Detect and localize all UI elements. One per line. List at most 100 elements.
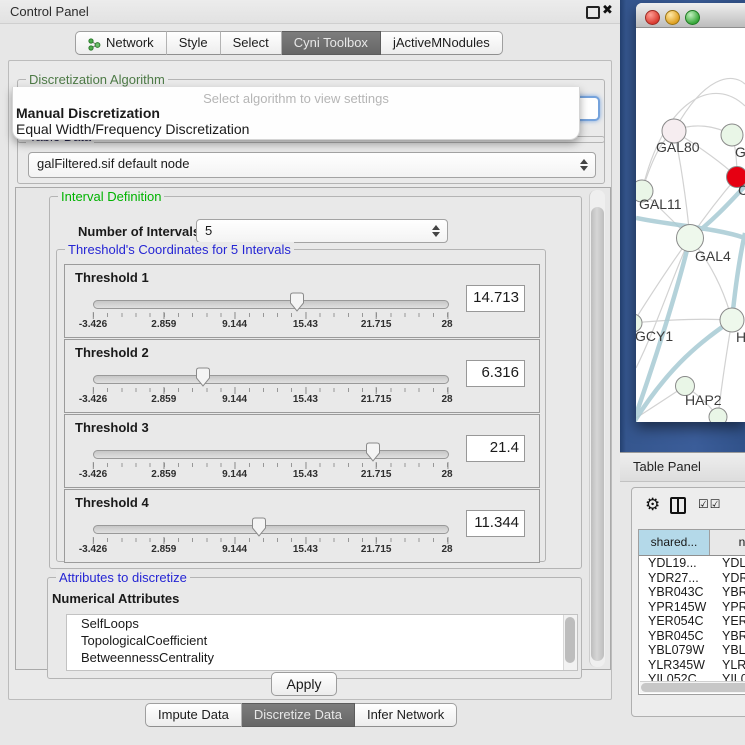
threshold-2-panel: Threshold 2 -3.4262.8599.14415.4321.7152… [64, 339, 540, 413]
checkbox-icons[interactable]: ☑☑ [698, 497, 722, 511]
node-label: HAP2 [685, 392, 722, 408]
menu-item-equal-width-frequency[interactable]: Equal Width/Frequency Discretization [16, 121, 249, 137]
tab-style[interactable]: Style [167, 31, 221, 55]
algorithm-dropdown-hint: Select algorithm to view settings [13, 91, 579, 106]
apply-button[interactable]: Apply [271, 672, 337, 696]
cyni-toolbox-panel: Discretization Algorithm Table Data galF… [8, 60, 612, 700]
threshold-4-panel: Threshold 4 -3.4262.8599.14415.4321.7152… [64, 489, 540, 563]
interval-definition-group: Interval Definition Number of Intervals … [49, 196, 582, 569]
threshold-3-slider[interactable] [93, 450, 449, 459]
stepper-icon [579, 159, 588, 171]
tab-select[interactable]: Select [221, 31, 282, 55]
algorithm-dropdown-popup: Select algorithm to view settings Manual… [12, 87, 580, 140]
threshold-3-value-field[interactable]: 21.4 [466, 435, 525, 462]
slider-ticks [93, 538, 448, 542]
node-label: GAL4 [695, 248, 731, 264]
control-panel-titlebar: Control Panel ✖ [0, 0, 620, 24]
slider-scale-labels: -3.4262.8599.14415.4321.71528 [93, 469, 447, 481]
table-row[interactable]: YPR145WYPR1 [639, 600, 745, 615]
table-data-combobox[interactable]: galFiltered.sif default node [28, 152, 596, 178]
tab-infer-network[interactable]: Infer Network [355, 703, 457, 727]
cyni-mode-tab-bar: Impute Data Discretize Data Infer Networ… [145, 703, 457, 727]
column-header-name[interactable]: na [710, 530, 745, 555]
threshold-2-slider[interactable] [93, 375, 449, 384]
node-top-right[interactable] [721, 124, 743, 146]
tab-impute-data[interactable]: Impute Data [145, 703, 242, 727]
network-view-window: GAL80 GA GAL11 C GAL4 GCY1 H HAP2 [636, 3, 745, 422]
node-bottom[interactable] [709, 408, 727, 422]
slider-scale-labels: -3.4262.8599.14415.4321.71528 [93, 319, 447, 331]
table-row[interactable]: YER054CYER0 [639, 614, 745, 629]
network-canvas[interactable]: GAL80 GA GAL11 C GAL4 GCY1 H HAP2 [636, 28, 745, 422]
threshold-4-label: Threshold 4 [75, 495, 149, 510]
table-panel-card: ⚙ ☑☑ shared... na YDL19...YDL1 YDR27...Y… [631, 487, 745, 717]
menu-item-manual-discretization[interactable]: Manual Discretization [16, 105, 160, 121]
table-data-group: Table Data galFiltered.sif default node [17, 136, 605, 184]
threshold-1-label: Threshold 1 [75, 270, 149, 285]
table-panel-titlebar: Table Panel [620, 452, 745, 482]
threshold-4-value-field[interactable]: 11.344 [466, 510, 525, 537]
node-label: GAL11 [639, 196, 682, 212]
close-icon[interactable]: ✖ [602, 3, 613, 18]
list-item[interactable]: TopologicalCoefficient [67, 632, 577, 649]
node-label: H [736, 329, 745, 345]
slider-ticks [93, 463, 448, 467]
float-window-icon[interactable] [586, 6, 600, 19]
threshold-4-thumb[interactable] [250, 517, 268, 539]
threshold-2-value-field[interactable]: 6.316 [466, 360, 525, 387]
network-window-titlebar[interactable] [636, 3, 745, 28]
slider-ticks [93, 388, 448, 392]
interval-definition-title: Interval Definition [58, 189, 164, 204]
split-columns-icon[interactable] [670, 497, 686, 514]
threshold-coordinates-title: Threshold's Coordinates for 5 Intervals [65, 242, 294, 257]
numerical-attributes-list[interactable]: SelfLoops TopologicalCoefficient Between… [66, 614, 578, 671]
threshold-coordinates-group: Threshold's Coordinates for 5 Intervals … [56, 249, 546, 562]
network-icon [88, 36, 101, 49]
close-traffic-light-icon[interactable] [645, 10, 660, 25]
list-item[interactable]: SelfLoops [67, 615, 577, 632]
threshold-2-thumb[interactable] [194, 367, 212, 389]
table-horizontal-scrollbar[interactable] [640, 681, 745, 693]
node-attribute-table[interactable]: shared... na YDL19...YDL1 YDR27...YDR2 Y… [638, 529, 745, 695]
tab-network[interactable]: Network [75, 31, 167, 55]
gear-icon[interactable]: ⚙ [645, 495, 660, 515]
slider-scale-labels: -3.4262.8599.14415.4321.71528 [93, 544, 447, 556]
settings-scroll-area: Interval Definition Number of Intervals … [15, 187, 611, 670]
table-row[interactable]: YBL079WYBL0 [639, 643, 745, 658]
tab-network-label: Network [106, 35, 154, 50]
table-row[interactable]: YDR27...YDR2 [639, 571, 745, 586]
threshold-3-panel: Threshold 3 -3.4262.8599.14415.4321.7152… [64, 414, 540, 488]
table-data-combobox-value: galFiltered.sif default node [37, 156, 189, 171]
table-panel-title: Table Panel [633, 459, 701, 474]
list-scrollbar[interactable] [563, 615, 577, 670]
table-header-row: shared... na [639, 530, 745, 556]
number-of-intervals-label: Number of Intervals [78, 224, 200, 239]
threshold-1-slider[interactable] [93, 300, 449, 309]
threshold-4-slider[interactable] [93, 525, 449, 534]
node-label: GCY1 [636, 328, 673, 344]
threshold-1-value-field[interactable]: 14.713 [466, 285, 525, 312]
tab-cyni-toolbox[interactable]: Cyni Toolbox [282, 31, 381, 55]
table-row[interactable]: YBR043CYBR0 [639, 585, 745, 600]
numerical-attributes-label: Numerical Attributes [52, 591, 179, 606]
threshold-3-thumb[interactable] [364, 442, 382, 464]
node-label: GA [735, 144, 745, 160]
table-row[interactable]: YLR345WYLR3 [639, 658, 745, 673]
tab-discretize-data[interactable]: Discretize Data [242, 703, 355, 727]
threshold-1-thumb[interactable] [288, 292, 306, 314]
toolbox-tab-bar: Network Style Select Cyni Toolbox jActiv… [75, 31, 503, 55]
column-header-shared[interactable]: shared... [639, 530, 710, 555]
zoom-traffic-light-icon[interactable] [685, 10, 700, 25]
control-panel-window: Control Panel ✖ Network Style Select Cyn… [0, 0, 621, 745]
table-row[interactable]: YBR045CYBR0 [639, 629, 745, 644]
minimize-traffic-light-icon[interactable] [665, 10, 680, 25]
tab-jactivemnodules[interactable]: jActiveMNodules [381, 31, 503, 55]
attributes-group: Attributes to discretize Numerical Attri… [47, 577, 582, 679]
threshold-2-label: Threshold 2 [75, 345, 149, 360]
table-row[interactable]: YDL19...YDL1 [639, 556, 745, 571]
threshold-1-panel: Threshold 1 -3.4262.8599.14415.4321.7152… [64, 264, 540, 338]
number-of-intervals-spinner[interactable]: 5 [196, 219, 448, 243]
window-title: Control Panel [10, 4, 89, 19]
settings-scrollbar[interactable] [589, 190, 605, 667]
list-item[interactable]: BetweennessCentrality [67, 649, 577, 666]
